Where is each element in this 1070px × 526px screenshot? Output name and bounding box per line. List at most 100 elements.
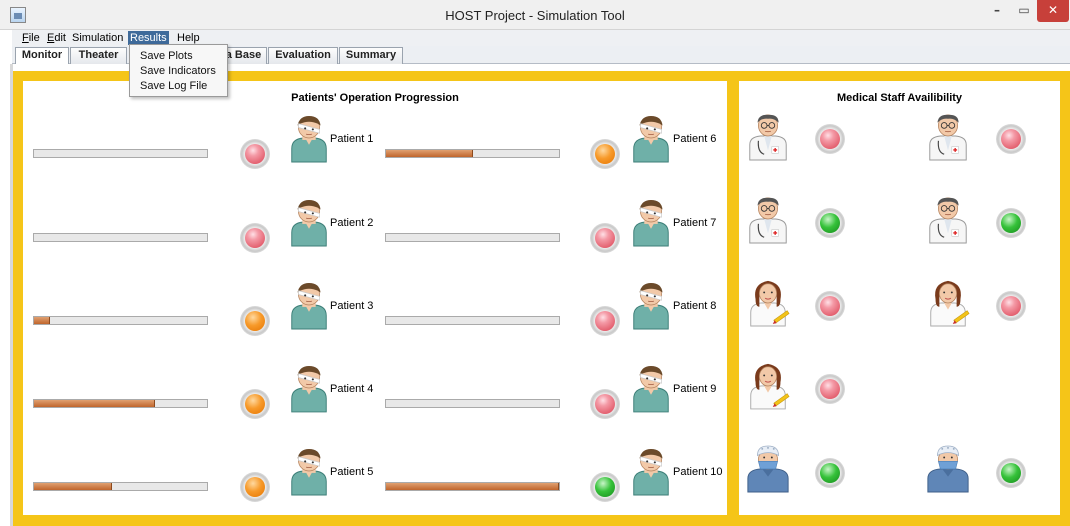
- patient-5-progress-fill: [34, 483, 112, 490]
- staff-2-status-led: [996, 124, 1026, 154]
- window-title: HOST Project - Simulation Tool: [445, 8, 625, 23]
- patient-5-status-led-core: [245, 477, 265, 497]
- patient-8-icon: [628, 280, 674, 330]
- patient-3-progress-bar: [33, 316, 208, 325]
- menu-save-plots[interactable]: Save Plots: [130, 49, 227, 63]
- patient-3-status-led-core: [245, 311, 265, 331]
- patient-2-icon: [286, 197, 332, 247]
- staff-5-status-led: [815, 291, 845, 321]
- patient-6-status-led: [590, 139, 620, 169]
- nurse-female-icon: [745, 277, 791, 327]
- patient-4-label: Patient 4: [330, 383, 374, 395]
- doctor-male-icon: [925, 111, 971, 161]
- menu-save-indicators[interactable]: Save Indicators: [130, 64, 227, 78]
- patient-9-progress-bar: [385, 399, 560, 408]
- patient-3-status-led: [240, 306, 270, 336]
- tab-monitor[interactable]: Monitor: [15, 47, 69, 64]
- patient-1-label: Patient 1: [330, 133, 374, 145]
- staff-8-status-led: [815, 458, 845, 488]
- maximize-button[interactable]: ▭: [1012, 0, 1036, 22]
- staff-3-status-led-core: [820, 213, 840, 233]
- patient-2-status-led-core: [245, 228, 265, 248]
- patient-8-label: Patient 8: [673, 300, 717, 312]
- surgeon-masked-icon: [925, 443, 971, 493]
- staff-1-status-led-core: [820, 129, 840, 149]
- patient-10-status-led: [590, 472, 620, 502]
- patient-10-status-led-core: [595, 477, 615, 497]
- patient-1-status-led: [240, 139, 270, 169]
- staff-4-status-led: [996, 208, 1026, 238]
- patient-7-progress-bar: [385, 233, 560, 242]
- patient-9-status-led: [590, 389, 620, 419]
- patient-4-icon: [286, 363, 332, 413]
- patient-5-progress-bar: [33, 482, 208, 491]
- patient-5-label: Patient 5: [330, 466, 374, 478]
- patient-7-status-led-core: [595, 228, 615, 248]
- menu-file-mnemonic: F: [22, 32, 29, 44]
- close-button[interactable]: ✕: [1037, 0, 1069, 22]
- patient-4-status-led-core: [245, 394, 265, 414]
- patient-7-icon: [628, 197, 674, 247]
- doctor-male-icon: [925, 194, 971, 244]
- patient-6-progress-bar: [385, 149, 560, 158]
- staff-panel: Medical Staff Availibility: [737, 71, 1070, 526]
- patient-10-label: Patient 10: [673, 466, 723, 478]
- staff-3-status-led: [815, 208, 845, 238]
- patient-6-progress-fill: [386, 150, 473, 157]
- patient-5-icon: [286, 446, 332, 496]
- patient-4-progress-fill: [34, 400, 155, 407]
- patient-10-icon: [628, 446, 674, 496]
- staff-panel-title: Medical Staff Availibility: [836, 92, 963, 104]
- patient-1-icon: [286, 113, 332, 163]
- nurse-female-icon: [925, 277, 971, 327]
- patient-9-icon: [628, 363, 674, 413]
- staff-9-status-led: [996, 458, 1026, 488]
- doctor-male-icon: [745, 111, 791, 161]
- staff-6-status-led-core: [1001, 296, 1021, 316]
- minimize-button[interactable]: –: [985, 0, 1009, 22]
- menu-edit[interactable]: Edit: [45, 31, 68, 45]
- patient-2-label: Patient 2: [330, 217, 374, 229]
- patient-7-label: Patient 7: [673, 217, 717, 229]
- tab-summary[interactable]: Summary: [339, 47, 403, 64]
- staff-8-status-led-core: [820, 463, 840, 483]
- staff-6-status-led: [996, 291, 1026, 321]
- window-titlebar: HOST Project - Simulation Tool – ▭ ✕: [0, 0, 1070, 30]
- patient-10-progress-fill: [386, 483, 559, 490]
- patient-10-progress-bar: [385, 482, 560, 491]
- menu-file[interactable]: File: [20, 31, 42, 45]
- patient-8-status-led-core: [595, 311, 615, 331]
- patient-3-icon: [286, 280, 332, 330]
- patient-4-progress-bar: [33, 399, 208, 408]
- menu-file-rest: ile: [28, 32, 40, 44]
- surgeon-masked-icon: [745, 443, 791, 493]
- menu-save-log-file[interactable]: Save Log File: [130, 79, 227, 93]
- patient-8-progress-bar: [385, 316, 560, 325]
- patient-6-icon: [628, 113, 674, 163]
- doctor-male-icon: [745, 194, 791, 244]
- patient-4-status-led: [240, 389, 270, 419]
- menu-help[interactable]: Help: [175, 31, 202, 45]
- staff-9-status-led-core: [1001, 463, 1021, 483]
- results-dropdown-menu: Save Plots Save Indicators Save Log File: [129, 44, 228, 97]
- tab-evaluation[interactable]: Evaluation: [268, 47, 338, 64]
- patient-2-status-led: [240, 223, 270, 253]
- staff-5-status-led-core: [820, 296, 840, 316]
- patient-7-status-led: [590, 223, 620, 253]
- patient-9-label: Patient 9: [673, 383, 717, 395]
- staff-2-status-led-core: [1001, 129, 1021, 149]
- staff-1-status-led: [815, 124, 845, 154]
- menu-simulation[interactable]: Simulation: [70, 31, 125, 45]
- menu-edit-rest: dit: [54, 32, 66, 44]
- patient-8-status-led: [590, 306, 620, 336]
- patient-1-progress-bar: [33, 149, 208, 158]
- nurse-female-icon: [745, 360, 791, 410]
- patient-3-progress-fill: [34, 317, 50, 324]
- tab-theater[interactable]: Theater: [70, 47, 127, 64]
- patient-3-label: Patient 3: [330, 300, 374, 312]
- patient-9-status-led-core: [595, 394, 615, 414]
- patient-6-status-led-core: [595, 144, 615, 164]
- staff-7-status-led: [815, 374, 845, 404]
- patient-2-progress-bar: [33, 233, 208, 242]
- menu-results[interactable]: Results: [128, 31, 169, 45]
